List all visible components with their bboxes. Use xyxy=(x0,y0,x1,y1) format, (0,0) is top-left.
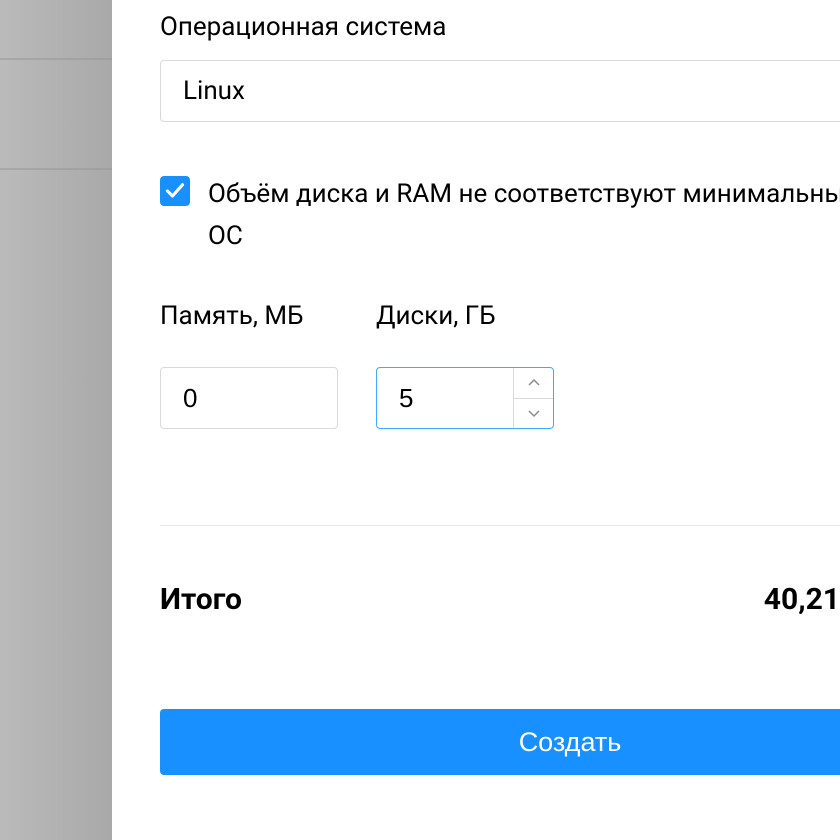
memory-label: Память, МБ xyxy=(160,301,338,331)
chevron-down-icon xyxy=(527,408,541,418)
total-value: 40,21 xyxy=(764,582,840,617)
os-select[interactable]: Linux xyxy=(160,60,840,122)
sidebar-background xyxy=(0,0,112,840)
disks-steppers xyxy=(513,368,553,428)
create-button[interactable]: Создать xyxy=(160,709,840,775)
memory-group: Память, МБ xyxy=(160,301,338,429)
sidebar-divider xyxy=(0,58,112,60)
warning-checkbox-row: Объём диска и RAM не соответствуют миним… xyxy=(160,174,840,257)
disks-label: Диски, ГБ xyxy=(376,301,554,331)
total-row: Итого 40,21 xyxy=(160,582,840,617)
chevron-up-icon xyxy=(527,378,541,388)
sidebar-divider xyxy=(0,168,112,170)
create-button-label: Создать xyxy=(519,727,622,758)
disks-step-down[interactable] xyxy=(514,399,553,429)
divider xyxy=(160,525,840,526)
memory-input[interactable] xyxy=(160,367,338,429)
modal-content: Операционная система Linux Объём диска и… xyxy=(160,0,840,775)
warning-checkbox[interactable] xyxy=(160,176,190,206)
modal-panel: Операционная система Linux Объём диска и… xyxy=(112,0,840,840)
os-select-value: Linux xyxy=(183,76,245,106)
total-label: Итого xyxy=(160,582,242,617)
inputs-row: Память, МБ Диски, ГБ xyxy=(160,301,840,429)
check-icon xyxy=(165,181,185,201)
warning-checkbox-label: Объём диска и RAM не соответствуют миним… xyxy=(208,174,840,257)
disks-input-wrapper xyxy=(376,367,554,429)
disks-group: Диски, ГБ xyxy=(376,301,554,429)
disks-step-up[interactable] xyxy=(514,368,553,399)
os-label: Операционная система xyxy=(160,12,840,42)
